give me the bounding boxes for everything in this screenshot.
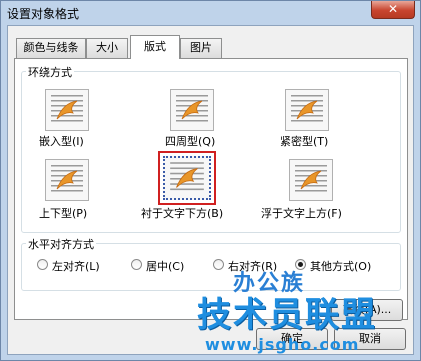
- dialog-window: 设置对象格式 ✕ 颜色与线条 大小 版式 图片 环绕方式 嵌入型(I) 四周型(…: [0, 0, 421, 361]
- align-center-radio[interactable]: [131, 259, 142, 270]
- wrap-option-label: 四周型(Q): [165, 135, 216, 148]
- align-center-label: 居中(C): [146, 260, 185, 273]
- tight-wrap-icon[interactable]: [285, 89, 329, 131]
- wrap-option-label: 上下型(P): [39, 207, 88, 220]
- align-left-radio[interactable]: [37, 259, 48, 270]
- watermark-url: www.jsgho.com: [205, 335, 360, 354]
- in-front-text-icon[interactable]: [289, 159, 333, 201]
- wrap-option-label: 嵌入型(I): [39, 135, 84, 148]
- wrap-preview-glyph: [51, 165, 83, 192]
- wrap-option-label: 衬于文字下方(B): [141, 207, 224, 220]
- top-bottom-icon[interactable]: [45, 159, 89, 201]
- align-left-label: 左对齐(L): [52, 260, 100, 273]
- wrap-preview-glyph: [51, 95, 83, 122]
- layout-panel: 环绕方式 嵌入型(I) 四周型(Q) 紧密型(T) 上下型(P) 衬于文字下方(…: [14, 58, 408, 321]
- title-bar[interactable]: 设置对象格式 ✕: [1, 1, 420, 23]
- window-title: 设置对象格式: [7, 7, 80, 21]
- wrap-option-label: 浮于文字上方(F): [261, 207, 342, 220]
- align-right-radio[interactable]: [213, 259, 224, 270]
- inline-icon[interactable]: [45, 89, 89, 131]
- watermark-logo: 技术员联盟: [197, 295, 377, 335]
- behind-text-icon[interactable]: [158, 151, 216, 205]
- tab-picture[interactable]: 图片: [180, 38, 222, 58]
- square-wrap-icon[interactable]: [170, 89, 214, 131]
- wrap-preview-glyph: [291, 95, 323, 122]
- close-icon: ✕: [387, 2, 399, 16]
- tab-size[interactable]: 大小: [86, 38, 128, 58]
- tab-layout[interactable]: 版式: [130, 35, 180, 59]
- wrap-preview-glyph: [170, 162, 204, 191]
- align-group-title: 水平对齐方式: [26, 236, 96, 252]
- wrap-group-title: 环绕方式: [26, 64, 74, 80]
- close-button[interactable]: ✕: [371, 1, 415, 19]
- tab-color-line[interactable]: 颜色与线条: [16, 38, 86, 58]
- wrap-option-label: 紧密型(T): [280, 135, 329, 148]
- wrap-preview-glyph: [295, 165, 327, 192]
- align-other-label: 其他方式(O): [310, 260, 372, 273]
- wrap-preview-glyph: [176, 95, 208, 122]
